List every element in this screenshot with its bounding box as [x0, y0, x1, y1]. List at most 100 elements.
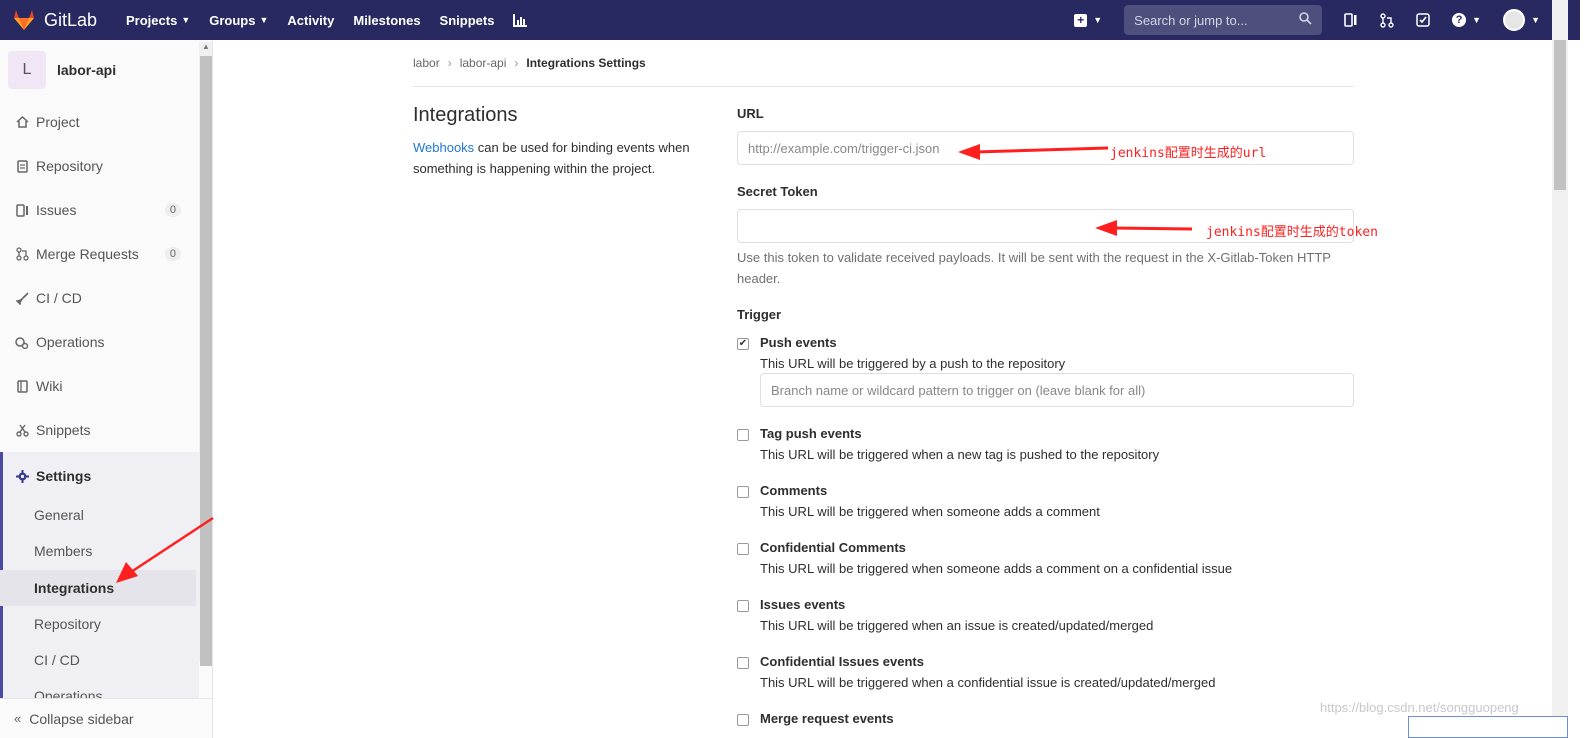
- sidebar-item-label: Repository: [36, 158, 103, 174]
- page-scrollbar[interactable]: [1552, 0, 1568, 738]
- sidebar-item-repository[interactable]: Repository: [0, 144, 199, 188]
- sidebar-item-wiki[interactable]: Wiki: [0, 364, 199, 408]
- chevron-down-icon: ▼: [259, 15, 269, 25]
- push-events-checkbox[interactable]: ✔: [737, 338, 749, 350]
- trigger-desc: This URL will be triggered by a push to …: [760, 356, 1066, 371]
- trigger-desc: This URL will be triggered when someone …: [760, 504, 1100, 519]
- trigger-title: Push events: [760, 335, 837, 350]
- issues-icon: [14, 203, 30, 217]
- doc-icon: [14, 159, 30, 173]
- branch-filter-input[interactable]: Branch name or wildcard pattern to trigg…: [760, 373, 1354, 407]
- breadcrumb: labor › labor-api › Integrations Setting…: [413, 56, 1354, 87]
- gitlab-fox-icon: [14, 10, 34, 30]
- trigger-title: Merge request events: [760, 711, 894, 726]
- new-item-dropdown[interactable]: + ▼: [1074, 13, 1102, 27]
- sidebar-item-label: Operations: [36, 334, 105, 350]
- chevron-right-icon: ›: [447, 56, 452, 70]
- sidebar-item-label: Merge Requests: [36, 246, 139, 262]
- sidebar-project-header[interactable]: L labor-api: [0, 40, 212, 100]
- nav-groups[interactable]: Groups ▼: [209, 13, 268, 28]
- merge-request-events-checkbox[interactable]: [737, 714, 749, 726]
- user-menu[interactable]: ▼: [1503, 9, 1540, 31]
- nav-projects[interactable]: Projects ▼: [126, 13, 190, 28]
- project-avatar: L: [8, 51, 46, 89]
- sidebar-item-ci-cd[interactable]: CI / CD: [0, 276, 199, 320]
- merge-requests-count-badge: 0: [164, 247, 181, 261]
- token-annotation-note: jenkins配置时生成的token: [1206, 225, 1378, 240]
- page-description: Webhooks can be used for binding events …: [413, 137, 713, 179]
- sidebar-scrollbar[interactable]: ▲: [199, 42, 212, 666]
- breadcrumb-item[interactable]: labor-api: [460, 56, 507, 86]
- branch-filter-placeholder: Branch name or wildcard pattern to trigg…: [771, 382, 1146, 398]
- sidebar-item-operations[interactable]: Operations: [0, 320, 199, 364]
- sidebar-item-project[interactable]: Project: [0, 100, 199, 144]
- sidebar-sub-repository[interactable]: Repository: [0, 606, 196, 642]
- sidebar-item-merge-requests[interactable]: Merge Requests 0: [0, 232, 199, 276]
- breadcrumb-item[interactable]: labor: [413, 56, 440, 86]
- sidebar-sub-general[interactable]: General: [0, 497, 196, 533]
- collapse-sidebar-label: Collapse sidebar: [29, 710, 134, 727]
- confidential-comments-checkbox[interactable]: [737, 543, 749, 555]
- watermark-text: https://blog.csdn.net/songguopeng: [1320, 700, 1519, 715]
- corner-popup: [1408, 716, 1568, 738]
- nav-milestones[interactable]: Milestones: [353, 13, 420, 28]
- page-scroll-thumb[interactable]: [1554, 40, 1566, 190]
- search-input[interactable]: Search or jump to...: [1124, 5, 1323, 35]
- url-label: URL: [737, 106, 764, 121]
- top-navbar: GitLab Projects ▼ Groups ▼ Activity Milest…: [0, 0, 1580, 40]
- sidebar-sub-members[interactable]: Members: [0, 533, 196, 569]
- sidebar-sub-label: CI / CD: [34, 652, 80, 668]
- chevron-down-icon: ▼: [1531, 15, 1540, 25]
- sidebar-item-settings[interactable]: Settings: [0, 454, 199, 498]
- comments-checkbox[interactable]: [737, 486, 749, 498]
- url-annotation-note: jenkins配置时生成的url: [1110, 146, 1267, 161]
- url-placeholder: http://example.com/trigger-ci.json: [748, 140, 940, 156]
- help-dropdown[interactable]: ? ▼: [1452, 13, 1481, 27]
- breadcrumb-current[interactable]: Integrations Settings: [526, 56, 645, 86]
- secret-token-label: Secret Token: [737, 184, 818, 199]
- sidebar-item-label: Wiki: [36, 378, 63, 394]
- issues-events-checkbox[interactable]: [737, 600, 749, 612]
- trigger-desc: This URL will be triggered when a confid…: [760, 675, 1216, 690]
- trigger-desc: This URL will be triggered when someone …: [760, 561, 1233, 576]
- chart-icon[interactable]: [513, 13, 528, 27]
- sidebar-sub-label: General: [34, 507, 84, 523]
- trigger-desc: This URL will be triggered when an issue…: [760, 618, 1154, 633]
- secret-token-help: Use this token to validate received payl…: [737, 250, 1331, 286]
- nav-activity[interactable]: Activity: [287, 13, 334, 28]
- sidebar-item-snippets[interactable]: Snippets: [0, 408, 199, 452]
- sidebar-scroll-thumb[interactable]: [200, 56, 212, 666]
- double-chevron-left-icon: «: [14, 711, 22, 726]
- confidential-issues-events-checkbox[interactable]: [737, 657, 749, 669]
- scroll-up-arrow-icon[interactable]: ▲: [202, 42, 210, 51]
- plus-square-icon: +: [1074, 13, 1088, 27]
- merge-requests-icon[interactable]: [1380, 12, 1394, 28]
- sidebar-item-label: CI / CD: [36, 290, 82, 306]
- todos-icon[interactable]: [1416, 13, 1430, 27]
- search-icon: [1299, 12, 1312, 28]
- brand-name: GitLab: [44, 9, 98, 30]
- sidebar-sub-label: Repository: [34, 616, 101, 632]
- issues-count-badge: 0: [164, 203, 181, 217]
- gear-icon: [14, 469, 30, 483]
- tag-push-events-checkbox[interactable]: [737, 429, 749, 441]
- nav-snippets[interactable]: Snippets: [440, 13, 495, 28]
- scissors-icon: [14, 424, 30, 437]
- nav-activity-label: Activity: [287, 12, 335, 28]
- webhooks-link[interactable]: Webhooks: [413, 140, 474, 155]
- gitlab-logo-link[interactable]: GitLab: [12, 9, 112, 31]
- project-name: labor-api: [57, 62, 117, 78]
- nav-snippets-label: Snippets: [439, 12, 495, 28]
- chevron-down-icon: ▼: [1472, 15, 1482, 25]
- trigger-desc: This URL will be triggered when a new ta…: [760, 447, 1160, 462]
- sidebar-sub-ci-cd[interactable]: CI / CD: [0, 642, 196, 678]
- issues-icon[interactable]: [1344, 13, 1358, 27]
- collapse-sidebar-button[interactable]: « Collapse sidebar: [0, 698, 212, 738]
- sidebar-item-label: Settings: [36, 468, 92, 484]
- cloud-gear-icon: [14, 336, 30, 349]
- home-icon: [14, 116, 30, 128]
- sidebar-sub-integrations[interactable]: Integrations: [0, 570, 196, 606]
- help-icon: ?: [1452, 13, 1467, 27]
- sidebar-item-issues[interactable]: Issues 0: [0, 188, 199, 232]
- chevron-right-icon: ›: [514, 56, 519, 70]
